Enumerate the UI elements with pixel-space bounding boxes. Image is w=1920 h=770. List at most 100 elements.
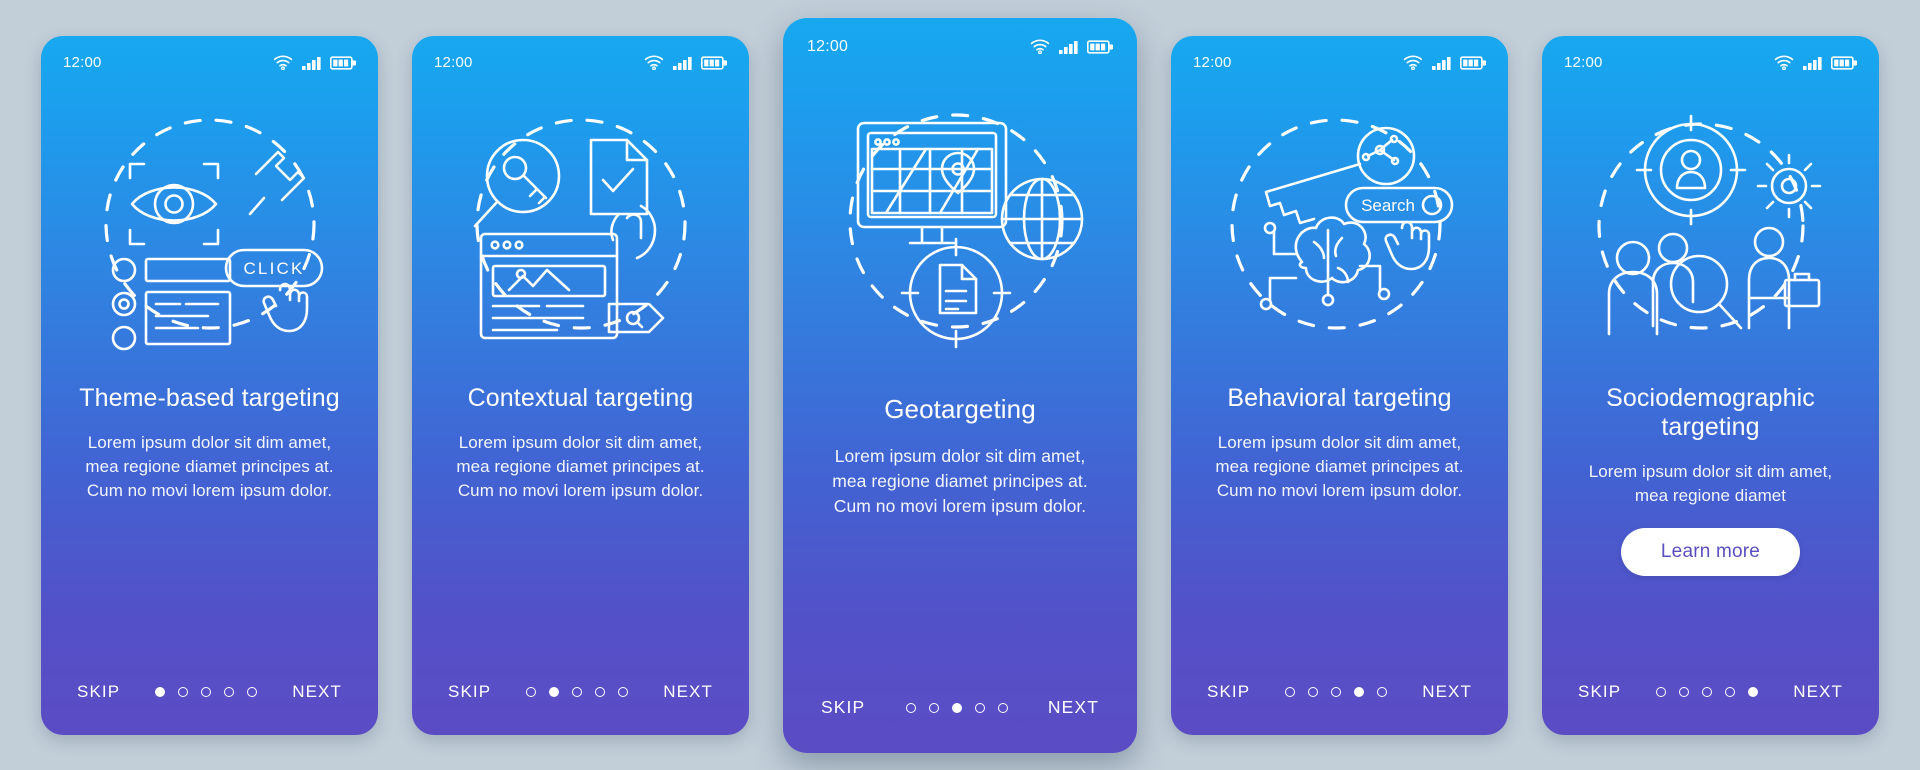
card-title: Theme-based targeting	[79, 383, 340, 412]
onboarding-card-geotargeting: 12:00 Geotargeting Lorem ipsum dolor sit…	[783, 17, 1137, 753]
card-content: Behavioral targeting Lorem ipsum dolor s…	[1171, 360, 1508, 649]
illustration	[1542, 90, 1879, 360]
page-dot-3[interactable]	[572, 686, 583, 697]
illustration	[412, 90, 749, 360]
wifi-icon	[1774, 55, 1794, 70]
battery-icon	[1460, 56, 1486, 70]
status-time: 12:00	[807, 37, 849, 55]
page-dot-5[interactable]	[1748, 686, 1759, 697]
illustration: Search	[1171, 90, 1508, 360]
page-dot-1[interactable]	[1285, 686, 1296, 697]
card-content: Geotargeting Lorem ipsum dolor sit dim a…	[783, 364, 1137, 663]
cellular-signal-icon	[1803, 57, 1822, 70]
page-dot-2[interactable]	[1679, 686, 1690, 697]
onboarding-card-sociodemographic-targeting: 12:00 Sociodemographic targeting Lorem i…	[1542, 35, 1879, 735]
map-monitor-globe-target-icon	[848, 112, 1084, 348]
page-indicator-dots	[526, 686, 629, 697]
card-description: Lorem ipsum dolor sit dim amet, mea regi…	[85, 432, 334, 500]
card-title: Behavioral targeting	[1227, 383, 1452, 412]
page-dot-1[interactable]	[1656, 686, 1667, 697]
page-dot-3[interactable]	[1702, 686, 1713, 697]
status-bar: 12:00	[1171, 36, 1508, 90]
page-dot-3[interactable]	[201, 686, 212, 697]
page-indicator-dots	[905, 702, 1008, 713]
people-target-gear-icon	[1596, 114, 1821, 335]
skip-button[interactable]: SKIP	[1576, 678, 1623, 706]
wifi-icon	[1403, 55, 1423, 70]
skip-button[interactable]: SKIP	[1205, 678, 1252, 706]
cellular-signal-icon	[1059, 41, 1078, 54]
status-time: 12:00	[434, 54, 473, 71]
page-dot-2[interactable]	[928, 702, 939, 713]
page-dot-4[interactable]	[1354, 686, 1365, 697]
card-navigation: SKIP NEXT	[1542, 649, 1879, 735]
card-description: Lorem ipsum dolor sit dim amet, mea regi…	[456, 432, 705, 500]
card-title: Contextual targeting	[467, 383, 694, 412]
page-dot-3[interactable]	[951, 702, 962, 713]
status-time: 12:00	[1564, 54, 1603, 71]
page-dot-1[interactable]	[526, 686, 537, 697]
page-indicator-dots	[1656, 686, 1759, 697]
card-navigation: SKIP NEXT	[41, 649, 378, 735]
card-navigation: SKIP NEXT	[1171, 649, 1508, 735]
page-dot-2[interactable]	[178, 686, 189, 697]
status-bar: 12:00	[783, 18, 1137, 76]
status-icon-group	[1403, 55, 1486, 70]
card-description: Lorem ipsum dolor sit dim amet, mea regi…	[832, 445, 1088, 516]
page-dot-4[interactable]	[595, 686, 606, 697]
battery-icon	[1831, 56, 1857, 70]
page-dot-3[interactable]	[1331, 686, 1342, 697]
next-button[interactable]: NEXT	[1046, 693, 1101, 722]
page-dot-4[interactable]	[224, 686, 235, 697]
page-indicator-dots	[1285, 686, 1388, 697]
status-icon-group	[644, 55, 727, 70]
illustration	[783, 76, 1137, 364]
page-dot-2[interactable]	[1308, 686, 1319, 697]
next-button[interactable]: NEXT	[1791, 678, 1845, 706]
page-dot-1[interactable]	[155, 686, 166, 697]
card-title: Sociodemographic targeting	[1606, 383, 1815, 441]
page-dot-4[interactable]	[1725, 686, 1736, 697]
onboarding-screens-stage: 12:00 CLICK Theme-based targeting Lorem …	[0, 0, 1920, 770]
illustration: CLICK	[41, 90, 378, 360]
page-dot-5[interactable]	[997, 702, 1008, 713]
onboarding-card-theme-based-targeting: 12:00 CLICK Theme-based targeting Lorem …	[41, 35, 378, 735]
card-description: Lorem ipsum dolor sit dim amet, mea regi…	[1215, 432, 1464, 500]
card-content: Theme-based targeting Lorem ipsum dolor …	[41, 360, 378, 649]
page-indicator-dots	[155, 686, 258, 697]
magnifier-document-webpage-icon	[473, 117, 687, 339]
page-dot-5[interactable]	[618, 686, 629, 697]
status-bar: 12:00	[1542, 36, 1879, 90]
cellular-signal-icon	[302, 57, 321, 70]
wifi-icon	[273, 55, 293, 70]
status-bar: 12:00	[412, 36, 749, 90]
page-dot-2[interactable]	[549, 686, 560, 697]
learn-more-button[interactable]: Learn more	[1620, 528, 1801, 577]
skip-button[interactable]: SKIP	[446, 678, 493, 706]
page-dot-4[interactable]	[974, 702, 985, 713]
next-button[interactable]: NEXT	[661, 678, 715, 706]
battery-icon	[330, 56, 356, 70]
page-dot-5[interactable]	[1377, 686, 1388, 697]
page-dot-5[interactable]	[247, 686, 258, 697]
onboarding-card-behavioral-targeting: 12:00 Search Behavioral targeting Lorem …	[1171, 35, 1508, 735]
card-navigation: SKIP NEXT	[783, 663, 1137, 753]
skip-button[interactable]: SKIP	[75, 678, 122, 706]
card-content: Contextual targeting Lorem ipsum dolor s…	[412, 360, 749, 649]
page-dot-1[interactable]	[905, 702, 916, 713]
search-label: Search	[1361, 196, 1415, 215]
card-description: Lorem ipsum dolor sit dim amet, mea regi…	[1588, 462, 1833, 506]
click-label: CLICK	[243, 259, 304, 278]
next-button[interactable]: NEXT	[290, 678, 344, 706]
status-icon-group	[1030, 39, 1113, 54]
status-time: 12:00	[1193, 54, 1232, 71]
onboarding-card-contextual-targeting: 12:00 Contextual targeting Lorem ipsum d…	[412, 35, 749, 735]
status-bar: 12:00	[41, 36, 378, 90]
card-content: Sociodemographic targeting Lorem ipsum d…	[1542, 360, 1879, 649]
cellular-signal-icon	[673, 57, 692, 70]
battery-icon	[1087, 40, 1113, 54]
eye-scan-click-icon: CLICK	[103, 117, 323, 350]
next-button[interactable]: NEXT	[1420, 678, 1474, 706]
skip-button[interactable]: SKIP	[819, 693, 867, 722]
status-time: 12:00	[63, 54, 102, 71]
